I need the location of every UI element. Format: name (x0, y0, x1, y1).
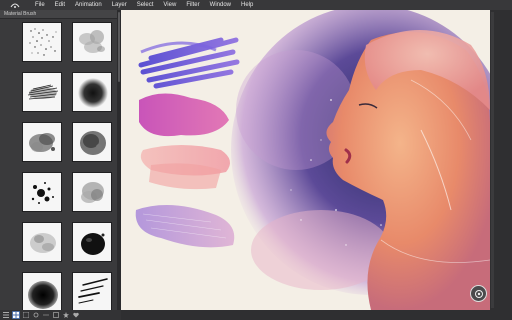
menu-help[interactable]: Help (236, 0, 258, 10)
menu-icon[interactable] (42, 311, 50, 319)
grid-view-icon[interactable] (12, 311, 20, 319)
stroke-lines-brush-icon[interactable] (72, 272, 112, 312)
camera-share-icon[interactable] (470, 285, 487, 302)
drawing-canvas[interactable] (121, 10, 490, 310)
ink-splatter-brush-icon[interactable] (22, 172, 62, 212)
smudge-brush-icon[interactable] (72, 22, 112, 62)
menu-layer[interactable]: Layer (107, 0, 132, 10)
panel-title-bar: Material Brush (0, 10, 117, 19)
menu-window[interactable]: Window (205, 0, 236, 10)
settings-icon[interactable] (32, 311, 40, 319)
black-stamp-brush-icon[interactable] (72, 222, 112, 262)
menu-edit[interactable]: Edit (50, 0, 70, 10)
brush-thumbnail-grid (22, 22, 116, 318)
grey-cloud-brush-icon[interactable] (72, 172, 112, 212)
spray-dots-brush-icon[interactable] (22, 22, 62, 62)
menu-filter[interactable]: Filter (181, 0, 204, 10)
panel-scroll-thumb[interactable] (118, 12, 120, 82)
status-strip (121, 310, 512, 320)
light-ink-brush-icon[interactable] (22, 222, 62, 262)
star-icon[interactable] (62, 311, 70, 319)
large-grid-icon[interactable] (22, 311, 30, 319)
menu-animation[interactable]: Animation (70, 0, 107, 10)
watercolor-splash-brush-icon[interactable] (22, 122, 62, 162)
wet-blob-brush-icon[interactable] (22, 272, 62, 312)
soft-blob-brush-icon[interactable] (72, 72, 112, 112)
menu-file[interactable]: File (30, 0, 50, 10)
menu-select[interactable]: Select (132, 0, 159, 10)
app-logo-icon[interactable] (0, 0, 30, 10)
menu-view[interactable]: View (158, 0, 181, 10)
material-panel: Material Brush (0, 10, 117, 312)
canvas-scrollbar[interactable] (491, 12, 494, 308)
watercolor-portrait-artwork (135, 10, 490, 310)
menu-bar: File Edit Animation Layer Select View Fi… (0, 0, 512, 10)
heart-icon[interactable] (72, 311, 80, 319)
properties-icon[interactable] (52, 311, 60, 319)
brush-stroke-samples (135, 37, 240, 248)
list-view-icon[interactable] (2, 311, 10, 319)
panel-title: Material Brush (4, 11, 37, 17)
dark-sponge-brush-icon[interactable] (72, 122, 112, 162)
panel-bottom-toolbar (0, 310, 121, 320)
texture-hatch-brush-icon[interactable] (22, 72, 62, 112)
